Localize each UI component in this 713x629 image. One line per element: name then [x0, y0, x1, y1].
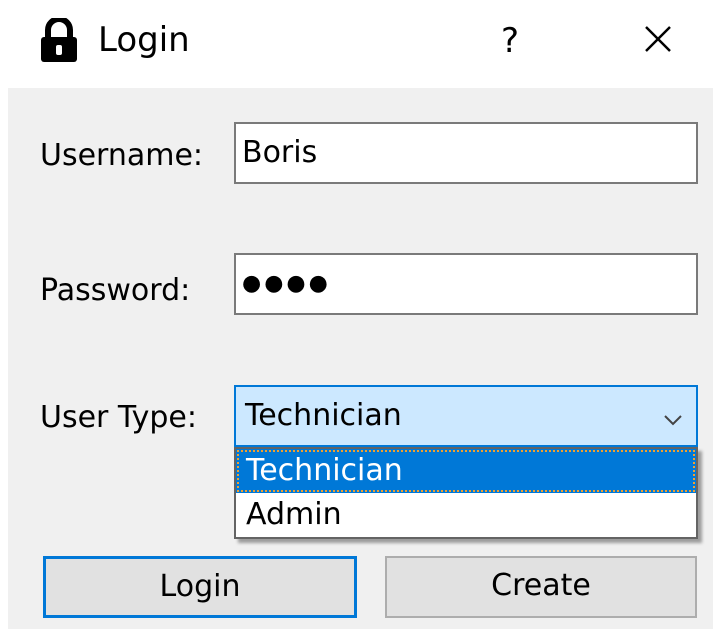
user-type-select[interactable]: Technician — [234, 385, 698, 447]
lock-icon — [38, 16, 80, 62]
user-type-label: User Type: — [40, 400, 197, 435]
user-type-dropdown-list: Technician Admin — [234, 447, 698, 539]
username-label: Username: — [40, 138, 204, 173]
dropdown-option-technician[interactable]: Technician — [236, 449, 696, 493]
password-label: Password: — [40, 273, 191, 308]
create-button[interactable]: Create — [385, 556, 697, 618]
user-type-selected-value: Technician — [245, 398, 402, 433]
close-button[interactable] — [626, 14, 690, 68]
dropdown-option-admin[interactable]: Admin — [236, 493, 696, 537]
window-title: Login — [98, 20, 190, 60]
help-button[interactable]: ? — [478, 14, 542, 68]
login-button[interactable]: Login — [43, 556, 357, 618]
username-field[interactable]: Boris — [234, 122, 698, 184]
chevron-down-icon[interactable] — [664, 411, 682, 426]
title-bar[interactable]: Login ? — [0, 0, 713, 88]
password-field[interactable]: ●●●● — [234, 253, 698, 315]
